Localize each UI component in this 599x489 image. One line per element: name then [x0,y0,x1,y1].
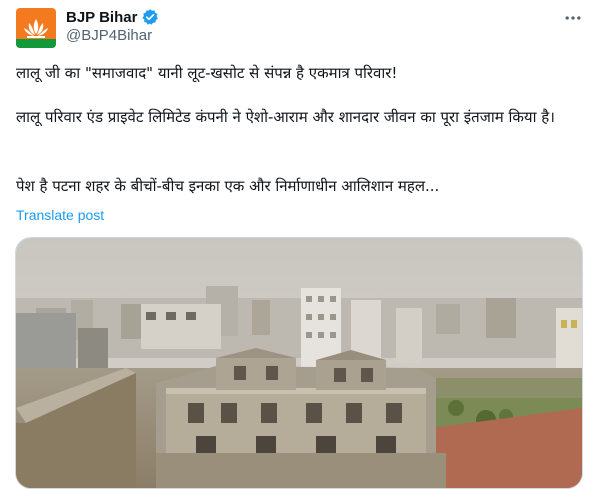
tweet-paragraph-2: लालू परिवार एंड प्राइवेट लिमिटेड कंपनी न… [16,108,555,126]
tweet-paragraph-1: लालू जी का "समाजवाद" यानी लूट-खसोट से सं… [16,64,398,82]
avatar[interactable] [16,8,56,48]
verified-badge-icon [141,8,159,26]
more-options-button[interactable] [561,6,585,30]
tweet-media-image[interactable] [15,237,583,489]
more-options-icon [565,16,581,20]
author-handle[interactable]: @BJP4Bihar [66,27,152,44]
construction-site-photo [16,238,582,488]
author-name-row[interactable]: BJP Bihar [66,7,159,27]
display-name[interactable]: BJP Bihar [66,9,137,26]
tweet-paragraph-3: पेश है पटना शहर के बीचों-बीच इनका एक और … [16,177,440,195]
bjp-lotus-logo-icon [16,8,56,48]
translate-post-link[interactable]: Translate post [16,207,104,223]
